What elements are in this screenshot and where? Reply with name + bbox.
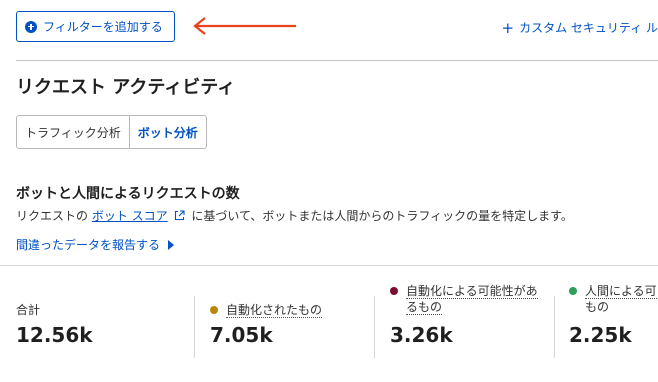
tab-bot-analysis[interactable]: ボット分析 [128, 116, 206, 148]
plus-circle-icon [25, 20, 37, 33]
metric-label: 自動化による可能性があ るもの [406, 283, 538, 315]
metric-label: 自動化されたもの [226, 302, 323, 318]
metric-label-line[interactable]: るもの [406, 300, 443, 315]
description-prefix: リクエストの [16, 209, 89, 223]
metric-value: 3.26k [390, 323, 453, 347]
metric-value: 7.05k [210, 323, 273, 347]
divider [194, 296, 195, 358]
metric-label-line: もの [585, 300, 610, 314]
legend-dot [390, 287, 398, 295]
divider [554, 296, 555, 358]
metric-likely-automated: 自動化による可能性があ るもの 3.26k [390, 266, 552, 382]
plus-icon: + [501, 18, 515, 37]
add-filter-label: フィルターを追加する [43, 20, 163, 34]
metric-automated: 自動化されたもの 7.05k [210, 266, 372, 382]
tab-group: トラフィック分析 ボット分析 [16, 115, 207, 149]
external-link-icon[interactable] [174, 210, 185, 221]
left-arrow-icon [193, 17, 296, 35]
bot-score-link[interactable]: ボット スコア [92, 209, 168, 223]
top-toolbar: フィルターを追加する + カスタム セキュリティ ル [0, 0, 658, 60]
custom-security-label: カスタム セキュリティ ル [519, 21, 658, 35]
legend-dot [569, 287, 577, 295]
metric-label: 合計 [16, 303, 41, 317]
tab-traffic-analysis[interactable]: トラフィック分析 [17, 116, 129, 148]
section-description: リクエストの ボット スコア に基づいて、ボットまたは人間からのトラフィックの量… [16, 207, 573, 224]
legend-dot [210, 306, 218, 314]
divider [374, 296, 375, 358]
caret-right-icon [168, 239, 175, 250]
divider [16, 60, 658, 61]
metric-likely-human: 人間による可 もの 2.25k [569, 266, 658, 382]
custom-security-rule-link[interactable]: + カスタム セキュリティ ル [502, 19, 658, 36]
metric-label-text[interactable]: 自動化されたもの [226, 303, 323, 318]
metric-label-line[interactable]: 人間による可 [585, 284, 657, 299]
section-title: ボットと人間によるリクエストの数 [16, 186, 240, 202]
add-filter-button[interactable]: フィルターを追加する [16, 11, 175, 42]
metric-label: 人間による可 もの [585, 283, 657, 315]
report-link-label: 間違ったデータを報告する [16, 238, 161, 252]
metric-value: 12.56k [16, 323, 93, 347]
description-suffix: に基づいて、ボットまたは人間からのトラフィックの量を特定します。 [191, 209, 573, 223]
metric-total: 合計 12.56k [16, 266, 191, 382]
metric-label-line[interactable]: 自動化による可能性があ [406, 284, 538, 299]
page-title: リクエスト アクティビティ [16, 77, 236, 98]
report-incorrect-data-link[interactable]: 間違ったデータを報告する [16, 236, 175, 253]
metric-value: 2.25k [569, 323, 632, 347]
